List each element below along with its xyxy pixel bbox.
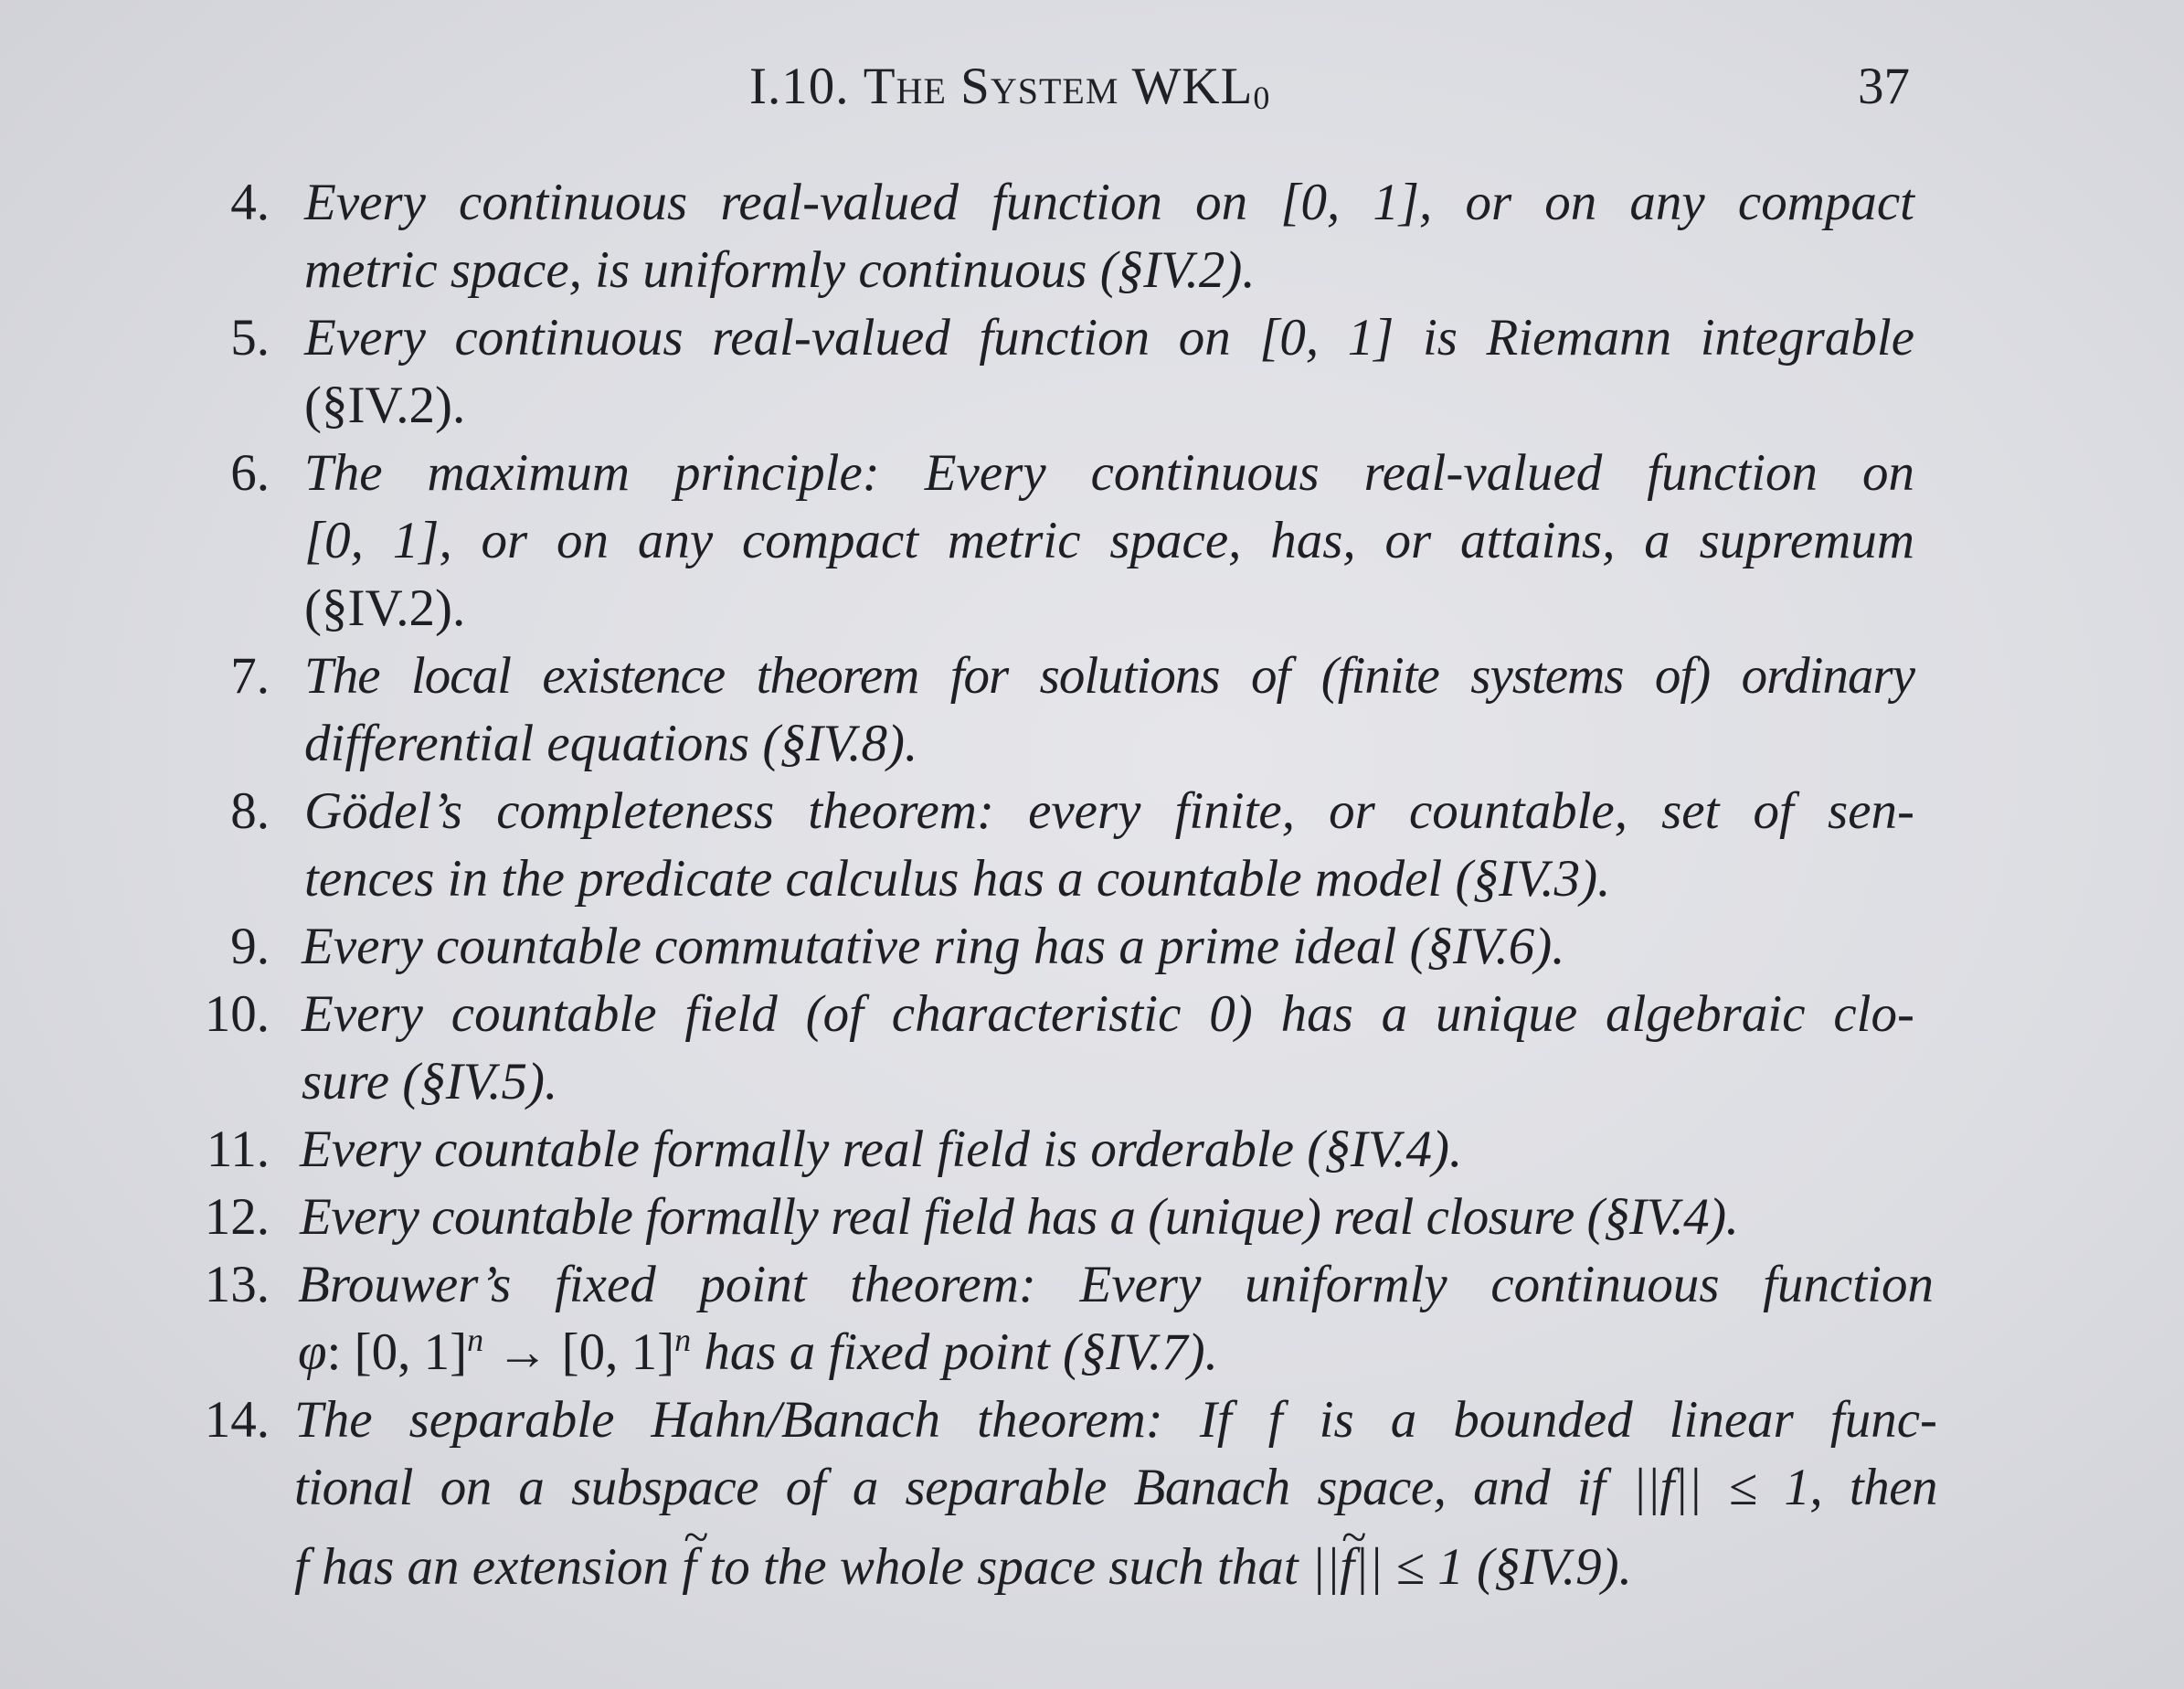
section-title-small-caps: The System [863, 58, 1119, 115]
line-text: to the whole space such that || [709, 1538, 1341, 1596]
running-head: I.10. The System WKL0 37 [0, 57, 2184, 130]
item-text-line: The separable Hahn/Banach theorem: If f … [294, 1391, 1937, 1449]
item-text-line: Every countable commutative ring has a p… [302, 918, 1565, 975]
line-text: has an extension [322, 1538, 670, 1596]
f-tilde: ~ f [682, 1511, 708, 1613]
item-number: 10. [204, 985, 270, 1043]
list-item-5: 5. Every continuous real-valued function… [0, 304, 2184, 440]
item-number: 7. [230, 647, 270, 705]
list-item-11: 11. Every countable formally real field … [0, 1116, 2184, 1184]
item-text-line: Brouwer’s fixed point theorem: Every uni… [298, 1256, 1934, 1313]
item-text-line: Every continuous real-valued function on… [304, 174, 1914, 231]
item-number: 13. [204, 1256, 270, 1313]
list-item-7: 7. The local existence theorem for solut… [0, 643, 2184, 778]
list-item-13: 13. Brouwer’s fixed point theorem: Every… [0, 1251, 2184, 1386]
formula-colon: : [326, 1323, 342, 1381]
list-item-14: 14. The separable Hahn/Banach theorem: I… [0, 1386, 2184, 1604]
list-item-8: 8. Gödel’s completeness theorem: every f… [0, 778, 2184, 913]
arrow-symbol: → [496, 1323, 549, 1381]
book-page: I.10. The System WKL0 37 4. Every contin… [0, 0, 2184, 1689]
formula-rest: has a fixed point (§IV.7). [704, 1323, 1218, 1381]
item-number: 12. [204, 1188, 270, 1246]
item-text-line: Every continuous real-valued function on… [304, 309, 1914, 366]
list-item-9: 9. Every countable commutative ring has … [0, 913, 2184, 981]
item-number: 8. [230, 782, 270, 840]
item-text-line: tional on a subspace of a separable Bana… [294, 1459, 1938, 1516]
item-text-line: sure (§IV.5). [302, 1053, 558, 1110]
tilde-accent: ~ [684, 1511, 709, 1562]
item-text-line: differential equations (§IV.8). [304, 715, 918, 772]
item-text-line: The local existence theorem for solution… [304, 647, 1915, 705]
phi-symbol: φ [298, 1323, 327, 1381]
list-item-6: 6. The maximum principle: Every continuo… [0, 440, 2184, 643]
item-text-line: Every countable formally real field is o… [300, 1121, 1463, 1178]
item-text-line: f has an extension ~ f to the whole space… [294, 1511, 2184, 1604]
list-item-10: 10. Every countable field (of characteri… [0, 981, 2184, 1116]
item-text-line: Every countable field (of characteristic… [302, 985, 1914, 1043]
item-number: 9. [230, 918, 270, 975]
page-number: 37 [1858, 58, 1910, 115]
tilde-accent: ~ [1341, 1511, 1367, 1562]
item-number: 11. [206, 1121, 270, 1178]
formula-domain: [0, 1] [354, 1323, 468, 1381]
item-text-line: Every countable formally real field has … [300, 1188, 1739, 1246]
line-text: || ≤ 1 (§IV.9). [1354, 1538, 1632, 1596]
formula-codomain: [0, 1] [561, 1323, 675, 1381]
function-f: f [294, 1538, 309, 1596]
system-name: WKL [1131, 58, 1254, 115]
formula-exponent: n [467, 1322, 484, 1358]
item-number: 4. [230, 174, 270, 231]
formula-exponent: n [674, 1322, 692, 1358]
item-number: 14. [204, 1391, 270, 1449]
item-text-line: tences in the predicate calculus has a c… [304, 850, 1611, 908]
item-text-line: metric space, is uniformly continuous (§… [304, 241, 1256, 299]
section-number: I.10. [749, 58, 850, 115]
item-text-line: Gödel’s completeness theorem: every fini… [304, 782, 1914, 840]
item-number: 6. [230, 444, 270, 502]
list-item-4: 4. Every continuous real-valued function… [0, 169, 2184, 304]
item-formula-line: φ: [0, 1]n → [0, 1]n has a fixed point (… [298, 1319, 2184, 1386]
item-text-line: [0, 1], or on any compact metric space, … [304, 512, 1914, 569]
list-item-12: 12. Every countable formally real field … [0, 1184, 2184, 1251]
chapter-section-title: I.10. The System WKL0 [749, 57, 1270, 117]
item-text-line: (§IV.2). [304, 377, 466, 434]
system-subscript: 0 [1253, 80, 1271, 116]
theorem-list: 4. Every continuous real-valued function… [0, 169, 2184, 1604]
item-number: 5. [230, 309, 270, 366]
f-tilde: ~ f [1340, 1511, 1366, 1613]
item-text-line: (§IV.2). [304, 579, 466, 637]
item-text-line: The maximum principle: Every continuous … [304, 444, 1914, 502]
